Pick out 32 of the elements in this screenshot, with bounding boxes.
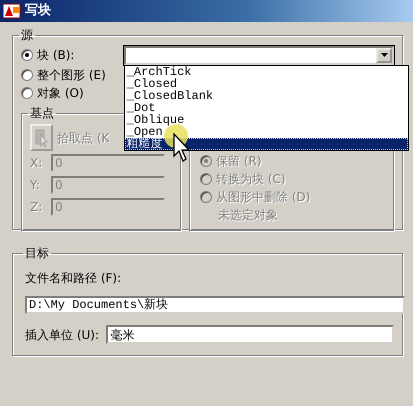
radio-label: 转换为块 (C) <box>216 171 286 187</box>
coordinate-label: Y: <box>30 177 41 193</box>
dropdown-item[interactable]: _Closed <box>124 78 408 90</box>
group-label: 源 <box>20 28 34 42</box>
radio-label: 块 (B): <box>37 47 76 63</box>
radio-label: 整个图形 (E) <box>37 67 107 83</box>
file-path-field[interactable]: D:\My Documents\新块 <box>25 296 405 314</box>
group-label: 基点 <box>29 106 55 120</box>
dropdown-item[interactable]: _ClosedBlank <box>124 90 408 102</box>
dropdown-item[interactable]: _Oblique <box>124 114 408 126</box>
radio-label: 从图形中删除 (D) <box>216 189 310 205</box>
radio-label: 保留 (R) <box>216 153 262 169</box>
radio-button[interactable] <box>21 87 33 99</box>
units-label: 插入单位 (U): <box>25 326 100 342</box>
radio-label: 对象 (O) <box>37 85 85 101</box>
dropdown-item[interactable]: _ArchTick <box>124 66 408 78</box>
file-path-label: 文件名和路径 (F): <box>25 270 122 286</box>
dropdown-item[interactable]: _Open <box>124 126 408 138</box>
pick-point-label: 拾取点 (K <box>57 130 110 146</box>
dropdown-item[interactable]: _Dot <box>124 102 408 114</box>
caret-icon <box>380 53 388 57</box>
app-icon <box>3 3 21 19</box>
coordinate-label: X: <box>30 155 44 171</box>
pick-point-icon <box>34 128 48 146</box>
radio-button[interactable] <box>21 49 33 61</box>
dropdown-button[interactable] <box>376 48 392 62</box>
coordinate-label: Z: <box>30 199 44 215</box>
group-label: 目标 <box>24 246 50 260</box>
window-title: 写块 <box>25 2 51 20</box>
units-dropdown[interactable]: 毫米 <box>106 325 394 344</box>
selection-status: 未选定对象 <box>218 207 279 223</box>
radio-button[interactable] <box>21 69 33 81</box>
